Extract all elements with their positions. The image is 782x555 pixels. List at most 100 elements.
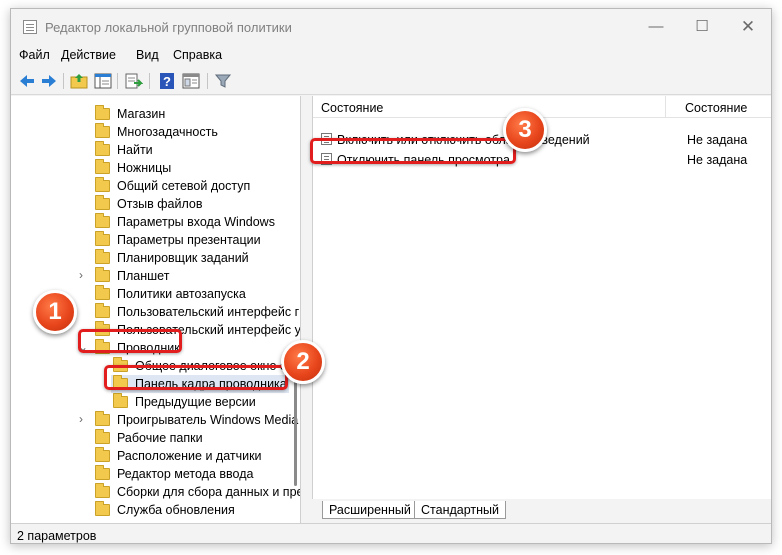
menu-action[interactable]: Действие (61, 48, 116, 62)
folder-icon (95, 483, 110, 498)
column-header-setting[interactable]: Состояние (321, 101, 383, 115)
tree-item-label: Редактор метода ввода (117, 467, 254, 481)
status-text: 2 параметров (17, 529, 97, 543)
tree-item-label: Магазин (117, 107, 166, 121)
column-header-state[interactable]: Состояние (685, 101, 747, 115)
folder-icon (95, 303, 110, 318)
tree-item[interactable]: Отзыв файлов (11, 195, 300, 213)
status-bar: 2 параметров (11, 523, 771, 543)
step-badge-2: 2 (281, 340, 325, 384)
list-column-header: Состояние Состояние (313, 96, 771, 118)
folder-icon (95, 213, 110, 228)
tab-standard[interactable]: Стандартный (414, 501, 506, 519)
folder-icon (95, 411, 110, 426)
folder-icon (95, 177, 110, 192)
policy-state: Не задана (687, 153, 748, 167)
properties-icon[interactable] (181, 71, 201, 91)
tree-item-label: Пользовательский интерфейс г (117, 305, 300, 319)
tree-item[interactable]: Расположение и датчики (11, 447, 300, 465)
toolbar-separator (149, 73, 150, 89)
tree-item-label: Планировщик заданий (117, 251, 249, 265)
tree-item-label: Отзыв файлов (117, 197, 203, 211)
tree-item[interactable]: Служба обновления (11, 501, 300, 519)
expand-chevron-icon[interactable]: › (79, 412, 83, 426)
export-list-icon[interactable] (123, 71, 144, 91)
toolbar-separator (63, 73, 64, 89)
folder-icon (95, 159, 110, 174)
folder-icon (95, 447, 110, 462)
folder-icon (95, 105, 110, 120)
menu-bar: Файл Действие Вид Справка (11, 45, 771, 67)
tree-item[interactable]: Параметры презентации (11, 231, 300, 249)
tree-item[interactable]: › Проигрыватель Windows Media (11, 411, 300, 429)
tree-item-label: Найти (117, 143, 153, 157)
tree-item-label: Общий сетевой доступ (117, 179, 251, 193)
close-button[interactable]: ✕ (725, 9, 771, 45)
tree-item-label: Планшет (117, 269, 170, 283)
view-tabs: Расширенный Стандартный (312, 499, 771, 523)
highlight-disable-preview-pane (310, 138, 516, 164)
tree-item[interactable]: Ножницы (11, 159, 300, 177)
menu-file[interactable]: Файл (19, 48, 50, 62)
tree-item[interactable]: Общий сетевой доступ (11, 177, 300, 195)
window-title: Редактор локальной групповой политики (45, 20, 292, 35)
help-icon[interactable]: ? (157, 71, 177, 91)
tree-scrollbar-thumb[interactable] (294, 366, 297, 486)
highlight-explorer (78, 329, 182, 353)
folder-icon (113, 393, 128, 408)
folder-icon (95, 141, 110, 156)
toolbar-separator (117, 73, 118, 89)
tree-item[interactable]: Редактор метода ввода (11, 465, 300, 483)
back-arrow-icon[interactable] (17, 71, 37, 91)
show-hide-tree-icon[interactable] (93, 71, 113, 91)
folder-icon (95, 267, 110, 282)
tree-item[interactable]: Рабочие папки (11, 429, 300, 447)
folder-icon (95, 501, 110, 516)
tree-item-label: Служба обновления (117, 503, 235, 517)
forward-arrow-icon[interactable] (39, 71, 59, 91)
tab-extended[interactable]: Расширенный (322, 501, 418, 519)
maximize-button[interactable]: ☐ (679, 9, 725, 45)
tree-item-label: Многозадачность (117, 125, 218, 139)
folder-icon (95, 123, 110, 138)
tree-item[interactable]: Планировщик заданий (11, 249, 300, 267)
gpedit-window: Редактор локальной групповой политики — … (10, 8, 772, 544)
tree-item-label: Ножницы (117, 161, 172, 175)
tree-item[interactable]: › Планшет (11, 267, 300, 285)
step-badge-3: 3 (503, 108, 547, 152)
tree-item[interactable]: Сборки для сбора данных и пре (11, 483, 301, 501)
folder-icon (95, 429, 110, 444)
title-bar: Редактор локальной групповой политики — … (11, 9, 771, 45)
toolbar: ? (11, 67, 771, 95)
folder-icon (95, 249, 110, 264)
tree-item-label: Параметры презентации (117, 233, 261, 247)
tree-item-label: Предыдущие версии (135, 395, 256, 409)
filter-icon[interactable] (213, 71, 233, 91)
tree-item-label: Расположение и датчики (117, 449, 262, 463)
folder-icon (95, 465, 110, 480)
tree-item[interactable]: Найти (11, 141, 300, 159)
minimize-button[interactable]: — (633, 9, 679, 45)
expand-chevron-icon[interactable]: › (79, 268, 83, 282)
column-divider[interactable] (665, 96, 666, 118)
svg-text:?: ? (163, 74, 171, 89)
folder-icon (95, 285, 110, 300)
tree-item-label: Проигрыватель Windows Media (117, 413, 299, 427)
tree-item[interactable]: Магазин (11, 105, 300, 123)
menu-help[interactable]: Справка (173, 48, 222, 62)
menu-view[interactable]: Вид (136, 48, 159, 62)
highlight-explorer-frame-pane (104, 365, 288, 390)
tree-item[interactable]: Параметры входа Windows (11, 213, 300, 231)
tree-item-label: Политики автозапуска (117, 287, 246, 301)
step-badge-1: 1 (33, 290, 77, 334)
tree-item-label: Параметры входа Windows (117, 215, 275, 229)
up-folder-icon[interactable] (69, 71, 89, 91)
folder-icon (95, 231, 110, 246)
tree-item[interactable]: Предыдущие версии (11, 393, 300, 411)
policy-state: Не задана (687, 133, 748, 147)
tree-item-label: Сборки для сбора данных и пре (117, 485, 301, 499)
folder-icon (95, 195, 110, 210)
tree-item[interactable]: Многозадачность (11, 123, 300, 141)
app-icon (23, 20, 37, 34)
tree-item-label: Рабочие папки (117, 431, 203, 445)
